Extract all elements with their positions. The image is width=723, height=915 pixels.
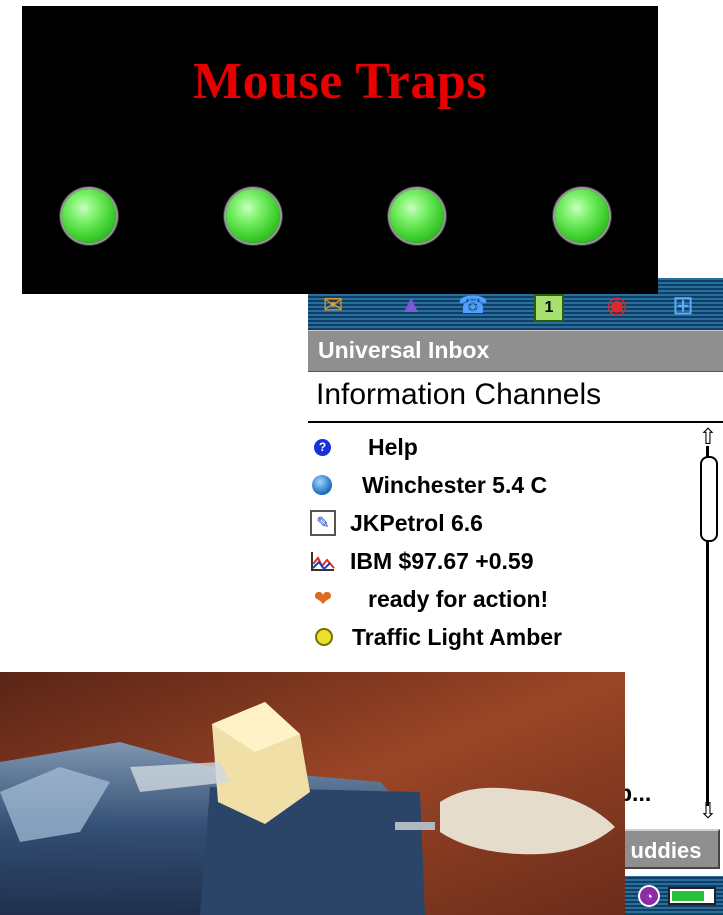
channel-label: Winchester 5.4 C xyxy=(362,472,548,498)
notepad-icon: ✎ xyxy=(310,510,336,536)
divider xyxy=(308,421,723,423)
channel-label: Help xyxy=(368,434,418,460)
channel-item-help[interactable]: ? Help xyxy=(308,428,693,466)
buddies-button[interactable]: uddies xyxy=(612,829,720,869)
calendar-icon[interactable]: 1 xyxy=(534,294,564,322)
green-dot-icon[interactable] xyxy=(226,189,280,243)
channel-label: Traffic Light Amber xyxy=(352,624,562,650)
section-title: Information Channels xyxy=(316,378,602,411)
channel-item-weather[interactable]: Winchester 5.4 C xyxy=(308,466,693,504)
channel-item-stock[interactable]: IBM $97.67 +0.59 xyxy=(308,542,693,580)
battery-level-fill xyxy=(672,891,704,901)
scrollbar[interactable]: ⇧ ⇩ xyxy=(697,426,719,823)
scroll-up-icon[interactable]: ⇧ xyxy=(697,426,719,448)
channel-label: IBM $97.67 +0.59 xyxy=(350,548,534,574)
applications-grid-icon[interactable]: ⊞ xyxy=(666,290,700,320)
banner-title: Mouse Traps xyxy=(193,53,487,110)
scroll-thumb[interactable] xyxy=(700,456,718,542)
mouse-trap-photo xyxy=(0,672,625,915)
traffic-light-icon xyxy=(315,628,333,646)
stock-chart-icon xyxy=(310,550,336,572)
green-dot-icon[interactable] xyxy=(390,189,444,243)
channel-item-petrol[interactable]: ✎ JKPetrol 6.6 xyxy=(308,504,693,542)
channel-item-fox[interactable]: ❤ ready for action! xyxy=(308,580,693,618)
app-header: Universal Inbox xyxy=(308,330,723,372)
channel-list: ? Help Winchester 5.4 C ✎ JKPetrol 6.6 I… xyxy=(308,428,693,656)
scroll-down-icon[interactable]: ⇩ xyxy=(697,800,719,822)
battery-icon xyxy=(668,887,716,905)
app-title: Universal Inbox xyxy=(318,337,490,363)
channel-label: JKPetrol 6.6 xyxy=(350,510,483,536)
channel-label: ready for action! xyxy=(368,586,549,612)
globe-icon xyxy=(312,475,332,495)
phone-icon[interactable]: ☎ xyxy=(456,290,490,320)
buddies-button-label: uddies xyxy=(630,838,702,863)
help-icon: ? xyxy=(314,438,331,456)
channel-item-traffic[interactable]: Traffic Light Amber xyxy=(308,618,693,656)
green-dot-icon[interactable] xyxy=(62,189,116,243)
green-dot-icon[interactable] xyxy=(555,189,609,243)
mail-icon[interactable]: ✉ xyxy=(316,290,350,320)
fox-icon: ❤ xyxy=(313,586,333,611)
clock-icon[interactable]: ◔ xyxy=(638,885,660,907)
mouse-traps-banner: Mouse Traps xyxy=(22,6,658,294)
security-icon[interactable]: ◉ xyxy=(600,290,634,320)
address-book-icon[interactable]: ▲ xyxy=(394,290,428,320)
